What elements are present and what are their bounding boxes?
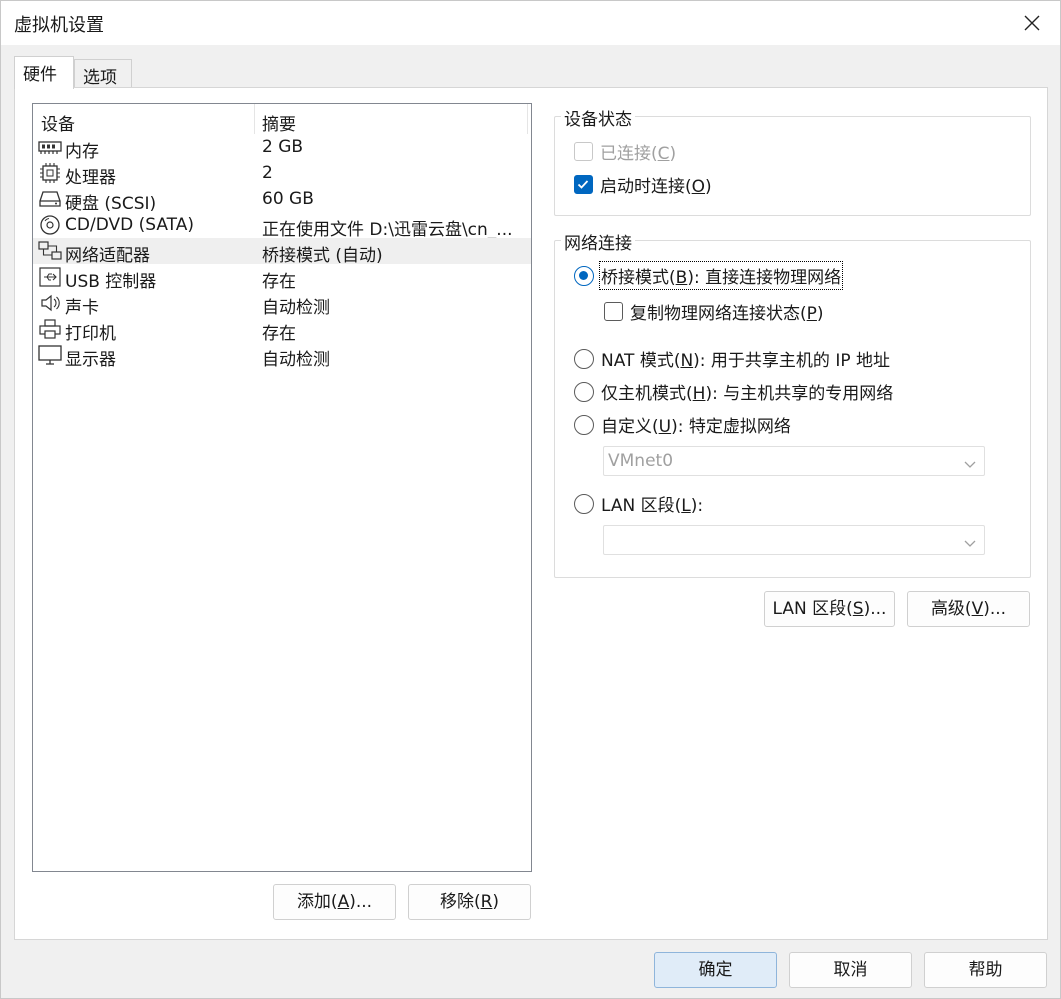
tab-hardware[interactable]: 硬件 bbox=[14, 56, 74, 89]
column-header-summary[interactable]: 摘要 bbox=[262, 110, 296, 135]
replicate-state-checkbox[interactable]: 复制物理网络连接状态(P) bbox=[604, 299, 824, 324]
device-name: 硬盘 (SCSI) bbox=[65, 194, 157, 214]
radio-lan-segment[interactable]: LAN 区段(L): bbox=[574, 491, 703, 516]
chevron-down-icon bbox=[964, 534, 976, 554]
device-summary: 自动检测 bbox=[262, 298, 330, 318]
cd-dvd-icon bbox=[38, 215, 62, 235]
vm-settings-window: 虚拟机设置 硬件 选项 设备 摘要 内存 2 GB 处理器 2 硬盘 (SCSI… bbox=[0, 0, 1061, 999]
device-name: 处理器 bbox=[65, 168, 116, 188]
device-row-usb[interactable]: USB 控制器 存在 bbox=[33, 264, 531, 292]
device-row-processor[interactable]: 处理器 2 bbox=[33, 160, 531, 188]
device-row-display[interactable]: 显示器 自动检测 bbox=[33, 342, 531, 370]
device-summary: 2 GB bbox=[262, 137, 304, 157]
close-icon bbox=[1024, 15, 1040, 31]
device-summary: 桥接模式 (自动) bbox=[262, 246, 383, 266]
radio-hostonly[interactable]: 仅主机模式(H): 与主机共享的专用网络 bbox=[574, 379, 893, 404]
radio-nat[interactable]: NAT 模式(N): 用于共享主机的 IP 地址 bbox=[574, 346, 890, 371]
processor-icon bbox=[38, 163, 62, 183]
window-title: 虚拟机设置 bbox=[14, 15, 104, 36]
device-name: 声卡 bbox=[65, 298, 99, 318]
device-summary: 60 GB bbox=[262, 189, 314, 209]
custom-network-value: VMnet0 bbox=[608, 451, 674, 471]
radio-custom[interactable]: 自定义(U): 特定虚拟网络 bbox=[574, 412, 791, 437]
device-status-group bbox=[554, 116, 1031, 216]
tab-options[interactable]: 选项 bbox=[74, 59, 132, 89]
close-button[interactable] bbox=[1004, 1, 1060, 45]
device-name: 显示器 bbox=[65, 350, 116, 370]
device-list-header: 设备 摘要 bbox=[33, 104, 531, 135]
device-name: 内存 bbox=[65, 142, 99, 162]
radio-bridged[interactable]: 桥接模式(B): 直接连接物理网络 bbox=[574, 261, 844, 290]
device-name: 网络适配器 bbox=[65, 246, 150, 266]
device-summary: 存在 bbox=[262, 324, 296, 344]
network-connection-label: 网络连接 bbox=[561, 229, 635, 254]
custom-network-select[interactable]: VMnet0 bbox=[603, 446, 985, 476]
checkmark-icon bbox=[577, 180, 589, 189]
device-summary: 正在使用文件 D:\迅雷云盘\cn_... bbox=[262, 220, 513, 240]
remove-device-button[interactable]: 移除(R) bbox=[408, 884, 531, 920]
title-bar: 虚拟机设置 bbox=[1, 1, 1060, 45]
lan-segments-button[interactable]: LAN 区段(S)... bbox=[764, 591, 895, 627]
device-row-cd-dvd[interactable]: CD/DVD (SATA) 正在使用文件 D:\迅雷云盘\cn_... bbox=[33, 212, 531, 240]
device-summary: 2 bbox=[262, 163, 273, 183]
device-row-harddisk[interactable]: 硬盘 (SCSI) 60 GB bbox=[33, 186, 531, 214]
device-status-label: 设备状态 bbox=[561, 105, 635, 130]
lan-segment-select[interactable] bbox=[603, 525, 985, 555]
device-row-memory[interactable]: 内存 2 GB bbox=[33, 134, 531, 162]
help-button[interactable]: 帮助 bbox=[924, 952, 1047, 988]
device-list[interactable]: 设备 摘要 内存 2 GB 处理器 2 硬盘 (SCSI) 60 GB CD/D… bbox=[32, 103, 532, 872]
device-row-printer[interactable]: 打印机 存在 bbox=[33, 316, 531, 344]
column-header-device[interactable]: 设备 bbox=[41, 110, 75, 135]
memory-icon bbox=[38, 137, 62, 157]
printer-icon bbox=[38, 319, 62, 339]
device-summary: 存在 bbox=[262, 272, 296, 292]
device-row-network-adapter[interactable]: 网络适配器 桥接模式 (自动) bbox=[33, 238, 531, 266]
display-icon bbox=[38, 345, 62, 365]
chevron-down-icon bbox=[964, 455, 976, 475]
device-row-sound[interactable]: 声卡 自动检测 bbox=[33, 290, 531, 318]
device-name: USB 控制器 bbox=[65, 272, 157, 292]
harddisk-icon bbox=[38, 189, 62, 209]
ok-button[interactable]: 确定 bbox=[654, 952, 777, 988]
advanced-button[interactable]: 高级(V)... bbox=[907, 591, 1030, 627]
cancel-button[interactable]: 取消 bbox=[789, 952, 912, 988]
network-adapter-icon bbox=[38, 241, 62, 261]
sound-icon bbox=[38, 293, 62, 313]
add-device-button[interactable]: 添加(A)... bbox=[273, 884, 396, 920]
device-summary: 自动检测 bbox=[262, 350, 330, 370]
usb-icon bbox=[38, 267, 62, 287]
connect-on-start-checkbox[interactable]: 启动时连接(O) bbox=[574, 172, 712, 197]
connected-checkbox[interactable]: 已连接(C) bbox=[574, 139, 676, 164]
device-name: 打印机 bbox=[65, 324, 116, 344]
device-name: CD/DVD (SATA) bbox=[65, 215, 194, 235]
